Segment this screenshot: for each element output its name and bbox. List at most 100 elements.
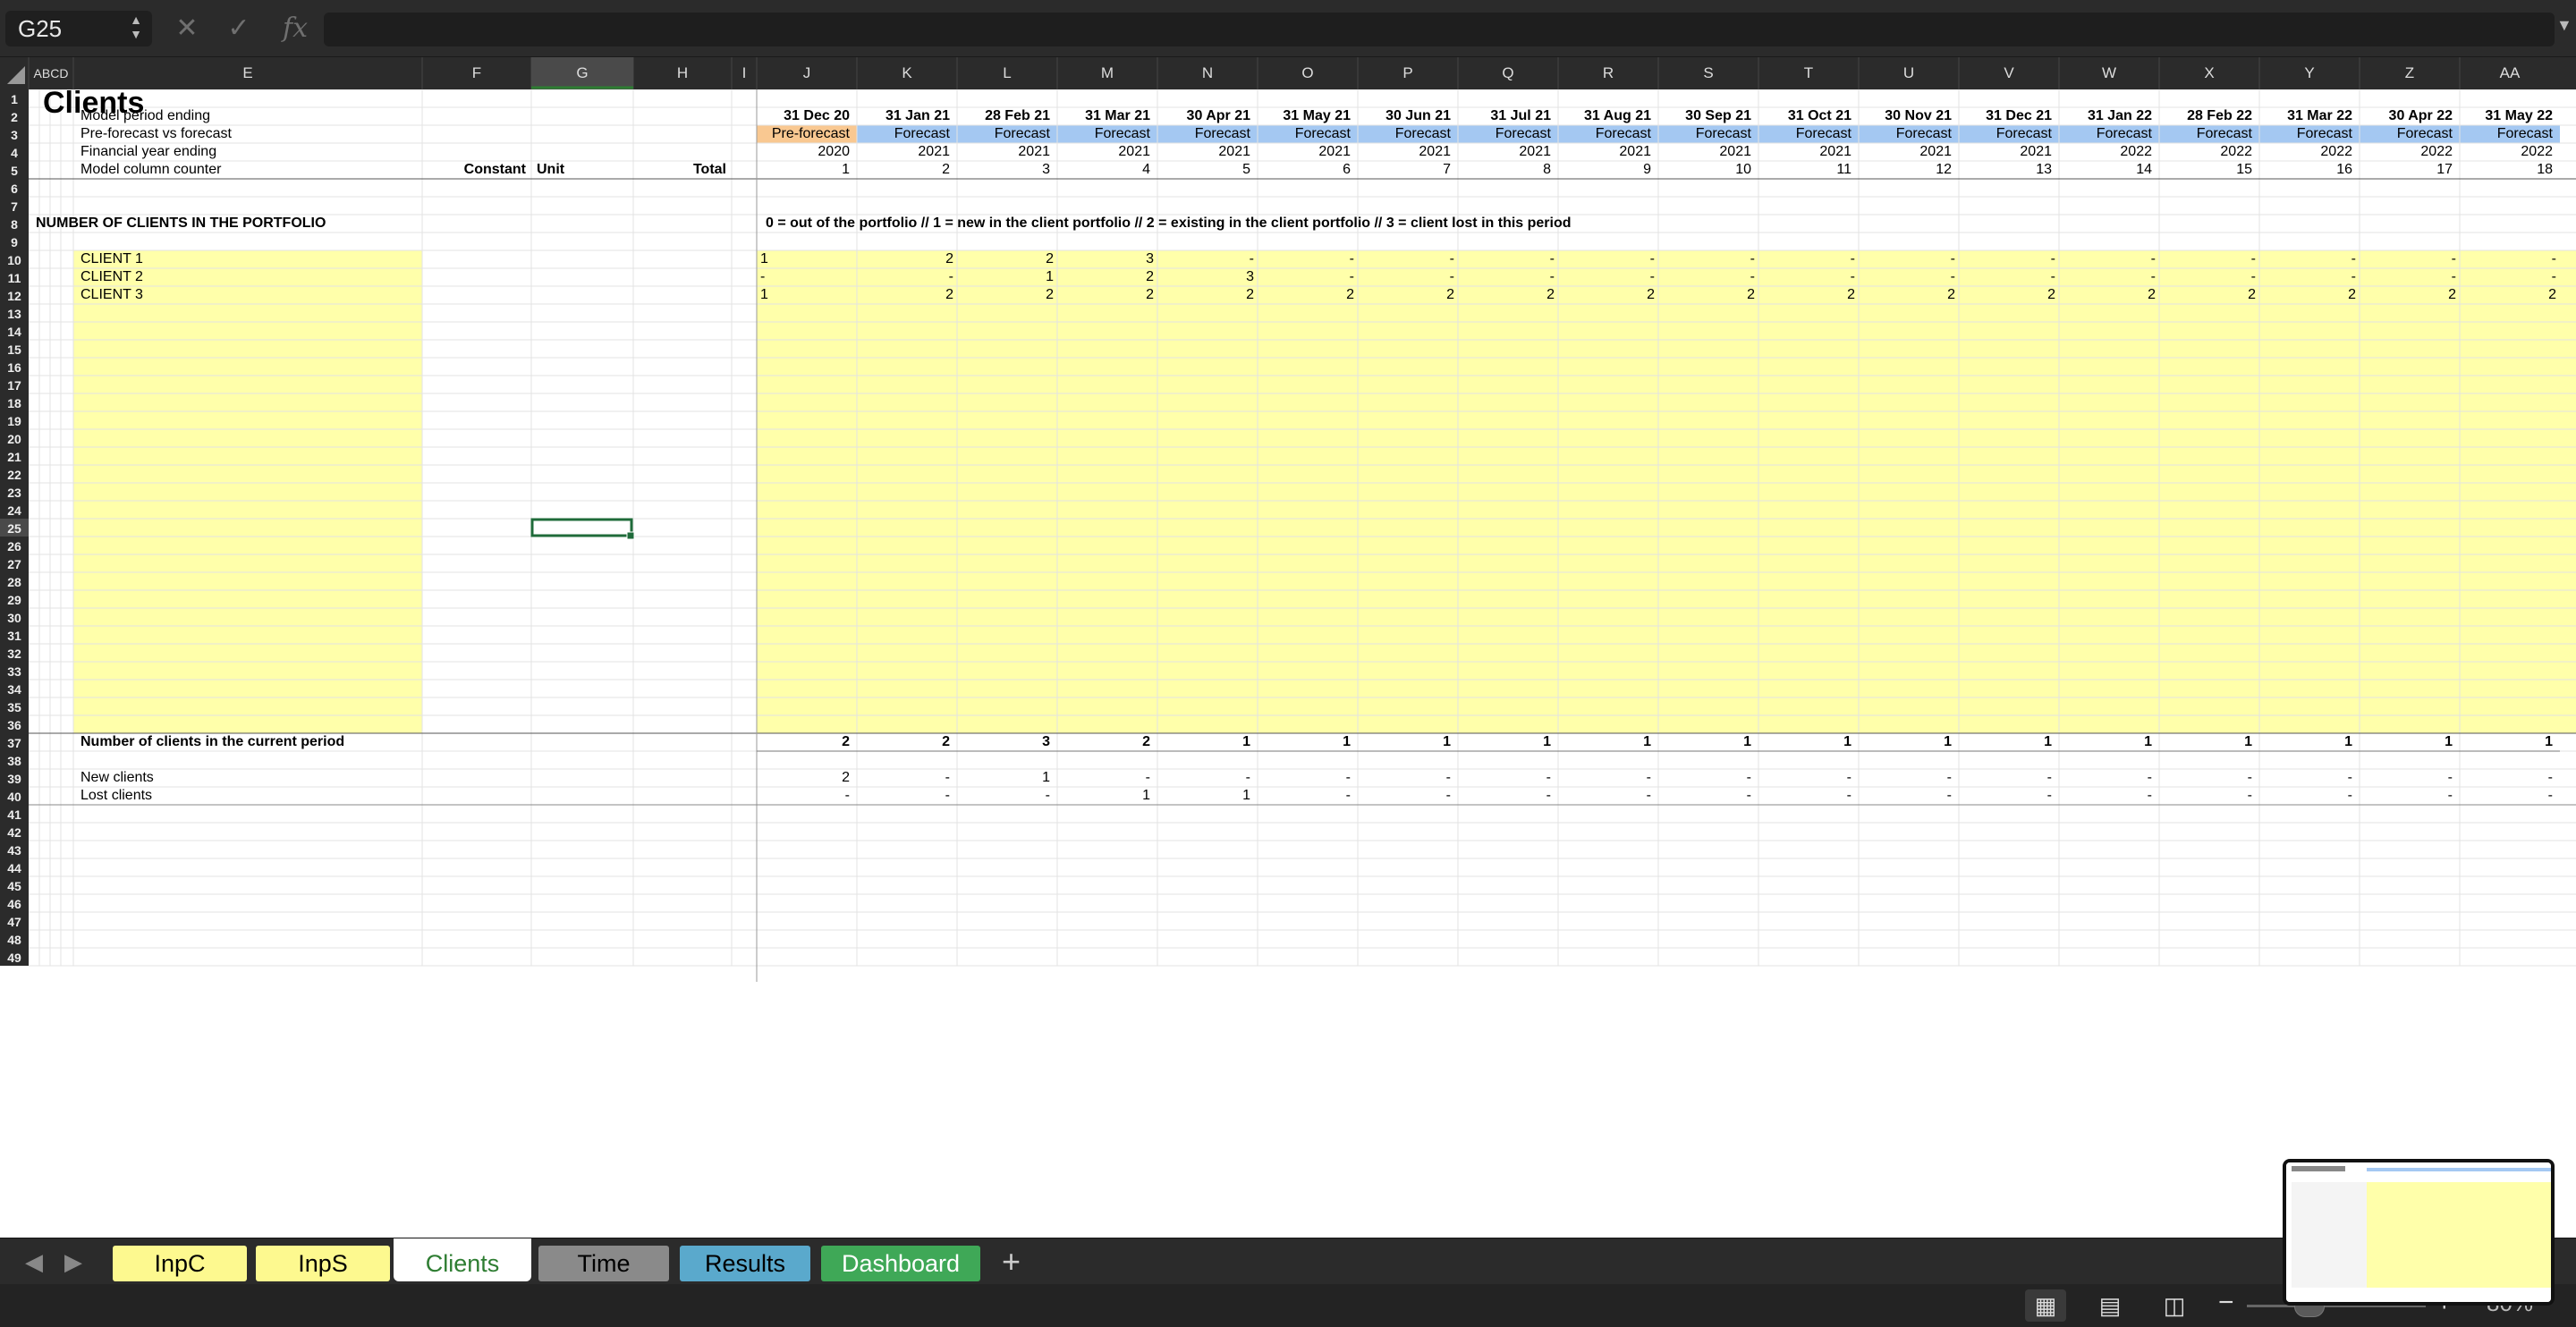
normal-view-icon[interactable]: ▦ [2025,1289,2066,1322]
column-counter[interactable]: 8 [1458,161,1551,179]
period-header[interactable]: 30 Sep 21 [1658,107,1751,125]
column-header-n[interactable]: N [1157,64,1258,82]
financial-year[interactable]: 2022 [2159,143,2252,161]
lost-clients-cell[interactable]: - [957,787,1050,805]
clients-total-cell[interactable]: 1 [1258,733,1351,751]
new-clients-cell[interactable]: - [2059,769,2152,787]
forecast-flag[interactable]: Forecast [2059,125,2152,143]
client-status-cell[interactable]: - [1859,250,1955,268]
forecast-flag[interactable]: Forecast [2460,125,2553,143]
column-header-aa[interactable]: AA [2460,64,2560,82]
client-name[interactable]: CLIENT 2 [80,268,402,286]
row-header[interactable]: 23 [0,484,29,502]
column-counter[interactable]: 15 [2159,161,2252,179]
client-status-cell[interactable]: 2 [1859,286,1955,304]
client-status-cell[interactable]: - [1258,250,1354,268]
client-status-cell[interactable]: 2 [1157,286,1254,304]
row-header[interactable]: 43 [0,841,29,859]
clients-total-cell[interactable]: 2 [857,733,950,751]
formula-input[interactable] [324,13,2555,46]
row-header[interactable]: 35 [0,698,29,716]
lost-clients-cell[interactable]: - [1358,787,1451,805]
column-counter[interactable]: 12 [1859,161,1952,179]
page-layout-icon[interactable]: ▤ [2089,1289,2131,1322]
new-clients-cell[interactable]: - [2360,769,2453,787]
lost-clients-cell[interactable]: - [2159,787,2252,805]
client-status-cell[interactable]: - [1558,250,1655,268]
row-header[interactable]: 40 [0,788,29,806]
new-clients-cell[interactable]: - [1859,769,1952,787]
row-header[interactable]: 6 [0,180,29,198]
new-clients-cell[interactable]: - [1258,769,1351,787]
client-status-cell[interactable]: 2 [2360,286,2456,304]
client-status-cell[interactable]: - [1658,268,1755,286]
clients-total-cell[interactable]: 1 [2460,733,2553,751]
column-header-k[interactable]: K [857,64,957,82]
cancel-icon[interactable]: ✕ [174,13,200,45]
client-status-cell[interactable]: 2 [2460,286,2556,304]
column-counter[interactable]: 11 [1758,161,1852,179]
forecast-flag[interactable]: Forecast [1758,125,1852,143]
client-status-cell[interactable]: - [1358,268,1454,286]
lost-clients-cell[interactable]: - [2059,787,2152,805]
row-header[interactable]: 33 [0,663,29,680]
function-icon[interactable]: fx [277,13,313,45]
row-header[interactable]: 17 [0,376,29,394]
new-clients-cell[interactable]: - [1758,769,1852,787]
column-counter[interactable]: 10 [1658,161,1751,179]
period-header[interactable]: 30 Apr 21 [1157,107,1250,125]
client-status-cell[interactable]: - [2259,250,2356,268]
row-header[interactable]: 15 [0,341,29,359]
lost-clients-cell[interactable]: - [1658,787,1751,805]
column-counter[interactable]: 18 [2460,161,2553,179]
clients-total-cell[interactable]: 1 [1658,733,1751,751]
client-status-cell[interactable]: - [1157,250,1254,268]
row-header[interactable]: 29 [0,591,29,609]
financial-year[interactable]: 2022 [2259,143,2352,161]
client-status-cell[interactable]: - [2159,250,2256,268]
client-status-cell[interactable]: - [1358,250,1454,268]
row-header[interactable]: 32 [0,645,29,663]
column-counter[interactable]: 13 [1959,161,2052,179]
financial-year[interactable]: 2021 [857,143,950,161]
section-title[interactable]: NUMBER OF CLIENTS IN THE PORTFOLIO [36,215,429,232]
client-status-cell[interactable]: 3 [1057,250,1154,268]
client-status-cell[interactable]: 2 [1057,268,1154,286]
forecast-flag[interactable]: Forecast [2259,125,2352,143]
financial-year[interactable]: 2021 [1658,143,1751,161]
period-header[interactable]: 31 Dec 21 [1959,107,2052,125]
financial-year[interactable]: 2021 [1258,143,1351,161]
client-status-cell[interactable]: - [1859,268,1955,286]
forecast-flag[interactable]: Pre-forecast [757,125,850,143]
new-clients-cell[interactable]: - [1458,769,1551,787]
client-status-cell[interactable]: 2 [2259,286,2356,304]
financial-year[interactable]: 2021 [1458,143,1551,161]
forecast-flag[interactable]: Forecast [1157,125,1250,143]
forecast-flag[interactable]: Forecast [1658,125,1751,143]
column-counter[interactable]: 17 [2360,161,2453,179]
client-status-cell[interactable]: 2 [1558,286,1655,304]
client-status-cell[interactable]: 3 [1157,268,1254,286]
client-status-cell[interactable]: 1 [957,268,1054,286]
row-header[interactable]: 5 [0,162,29,180]
tab-next-icon[interactable]: ▶ [64,1246,82,1278]
column-header-t[interactable]: T [1758,64,1859,82]
row-header[interactable]: 26 [0,537,29,555]
forecast-flag[interactable]: Forecast [1057,125,1150,143]
clients-total-cell[interactable]: 1 [1458,733,1551,751]
row-header[interactable]: 22 [0,466,29,484]
row-header[interactable]: 37 [0,734,29,752]
period-header[interactable]: 31 Jan 21 [857,107,950,125]
column-header-r[interactable]: R [1558,64,1658,82]
forecast-flag[interactable]: Forecast [1458,125,1551,143]
lost-clients-label[interactable]: Lost clients [80,787,402,805]
period-header[interactable]: 31 Jan 22 [2059,107,2152,125]
financial-year[interactable]: 2021 [1558,143,1651,161]
row-header[interactable]: 48 [0,931,29,949]
period-header[interactable]: 31 Aug 21 [1558,107,1651,125]
row-header[interactable]: 27 [0,555,29,573]
financial-year[interactable]: 2021 [1758,143,1852,161]
row-header[interactable]: 10 [0,251,29,269]
financial-year[interactable]: 2020 [757,143,850,161]
new-clients-cell[interactable]: - [2159,769,2252,787]
